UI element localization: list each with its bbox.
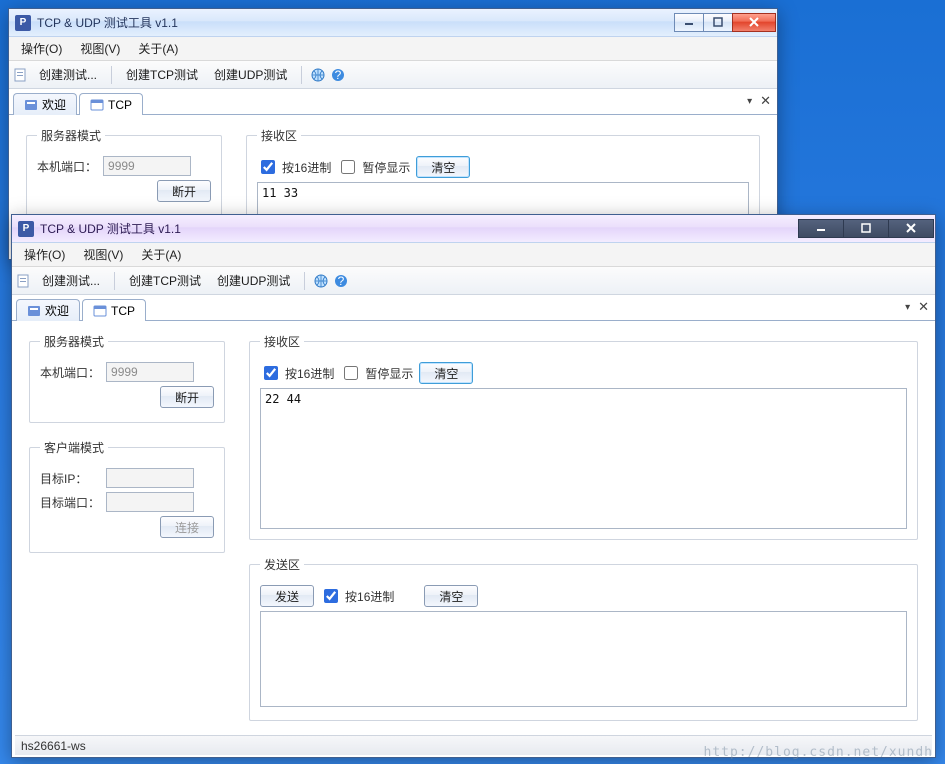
menu-about[interactable]: 关于(A)	[133, 244, 189, 265]
toolbar-create-tcp[interactable]: 创建TCP测试	[120, 64, 204, 85]
server-group: 服务器模式 本机端口： 断开	[26, 127, 222, 217]
window-title: TCP & UDP 测试工具 v1.1	[37, 14, 178, 31]
send-group-title: 发送区	[260, 556, 304, 573]
menu-operate[interactable]: 操作(O)	[16, 244, 73, 265]
toolbar: 创建测试... 创建TCP测试 创建UDP测试 ?	[12, 267, 935, 295]
minimize-button[interactable]	[798, 219, 844, 238]
globe-icon[interactable]	[313, 273, 329, 289]
window-title: TCP & UDP 测试工具 v1.1	[40, 220, 181, 237]
tab-tcp-label: TCP	[108, 98, 132, 112]
tab-tcp[interactable]: TCP	[79, 93, 143, 115]
send-hex-checkbox[interactable]: 按16进制	[320, 586, 394, 606]
help-icon[interactable]: ?	[333, 273, 349, 289]
send-textarea[interactable]	[260, 611, 907, 707]
globe-icon[interactable]	[310, 67, 326, 83]
menu-operate[interactable]: 操作(O)	[13, 38, 70, 59]
toolbar-create-udp[interactable]: 创建UDP测试	[208, 64, 293, 85]
local-port-label: 本机端口：	[40, 364, 100, 381]
recv-textarea[interactable]	[257, 182, 749, 218]
pause-checkbox-input[interactable]	[344, 366, 358, 380]
menu-about[interactable]: 关于(A)	[130, 38, 186, 59]
close-button[interactable]	[732, 13, 776, 32]
toolbar-create-tcp[interactable]: 创建TCP测试	[123, 270, 207, 291]
status-text: hs26661-ws	[21, 739, 86, 753]
clear-send-button[interactable]: 清空	[424, 585, 478, 607]
connect-button[interactable]: 连接	[160, 516, 214, 538]
new-test-icon	[16, 273, 32, 289]
send-group: 发送区 发送 按16进制 清空	[249, 556, 918, 721]
tab-welcome[interactable]: 欢迎	[13, 93, 77, 115]
tabstrip: 欢迎 TCP ▾ ✕	[12, 295, 935, 321]
recv-group-title: 接收区	[257, 127, 301, 144]
send-button[interactable]: 发送	[260, 585, 314, 607]
tab-welcome[interactable]: 欢迎	[16, 299, 80, 321]
toolbar: 创建测试... 创建TCP测试 创建UDP测试 ?	[9, 61, 777, 89]
welcome-tab-icon	[24, 98, 38, 112]
local-port-label: 本机端口：	[37, 158, 97, 175]
local-port-input[interactable]	[103, 156, 191, 176]
server-group-title: 服务器模式	[37, 127, 105, 144]
send-hex-checkbox-input[interactable]	[324, 589, 338, 603]
tcp-tab-icon	[90, 98, 104, 112]
menu-view[interactable]: 视图(V)	[75, 244, 131, 265]
app-icon: P	[18, 221, 34, 237]
local-port-input[interactable]	[106, 362, 194, 382]
hex-checkbox[interactable]: 按16进制	[260, 363, 334, 383]
watermark: http://blog.csdn.net/xundh	[704, 745, 934, 760]
menubar: 操作(O) 视图(V) 关于(A)	[12, 243, 935, 267]
close-button[interactable]	[888, 219, 934, 238]
tab-menu-dropdown-icon[interactable]: ▾	[905, 302, 910, 313]
client-area-2: 服务器模式 本机端口： 断开 客户端模式 目标IP：	[15, 321, 932, 735]
tab-close-button[interactable]: ✕	[760, 93, 771, 109]
welcome-tab-icon	[27, 304, 41, 318]
client-group: 客户端模式 目标IP： 目标端口： 连接	[29, 439, 225, 553]
toolbar-create-test[interactable]: 创建测试...	[36, 270, 106, 291]
app-icon: P	[15, 15, 31, 31]
server-group-title: 服务器模式	[40, 333, 108, 350]
recv-group: 接收区 按16进制 暂停显示 清空	[249, 333, 918, 540]
menu-view[interactable]: 视图(V)	[72, 38, 128, 59]
clear-recv-button[interactable]: 清空	[416, 156, 470, 178]
svg-text:?: ?	[335, 68, 342, 82]
disconnect-button[interactable]: 断开	[160, 386, 214, 408]
hex-checkbox-input[interactable]	[264, 366, 278, 380]
target-port-label: 目标端口：	[40, 494, 100, 511]
clear-recv-button[interactable]: 清空	[419, 362, 473, 384]
maximize-button[interactable]	[843, 219, 889, 238]
toolbar-create-test[interactable]: 创建测试...	[33, 64, 103, 85]
tabstrip: 欢迎 TCP ▾ ✕	[9, 89, 777, 115]
hex-checkbox[interactable]: 按16进制	[257, 157, 331, 177]
svg-text:?: ?	[338, 274, 345, 288]
target-port-input[interactable]	[106, 492, 194, 512]
recv-textarea[interactable]	[260, 388, 907, 529]
client-group-title: 客户端模式	[40, 439, 108, 456]
titlebar-1[interactable]: P TCP & UDP 测试工具 v1.1	[9, 9, 777, 37]
toolbar-create-udp[interactable]: 创建UDP测试	[211, 270, 296, 291]
new-test-icon	[13, 67, 29, 83]
hex-checkbox-input[interactable]	[261, 160, 275, 174]
tab-welcome-label: 欢迎	[42, 96, 66, 113]
tab-menu-dropdown-icon[interactable]: ▾	[747, 96, 752, 107]
pause-checkbox[interactable]: 暂停显示	[340, 363, 413, 383]
menubar: 操作(O) 视图(V) 关于(A)	[9, 37, 777, 61]
pause-checkbox[interactable]: 暂停显示	[337, 157, 410, 177]
maximize-button[interactable]	[703, 13, 733, 32]
server-group: 服务器模式 本机端口： 断开	[29, 333, 225, 423]
minimize-button[interactable]	[674, 13, 704, 32]
tab-tcp-label: TCP	[111, 304, 135, 318]
tab-welcome-label: 欢迎	[45, 302, 69, 319]
tab-tcp[interactable]: TCP	[82, 299, 146, 321]
pause-checkbox-input[interactable]	[341, 160, 355, 174]
window-2[interactable]: P TCP & UDP 测试工具 v1.1 操作(O) 视图(V) 关于(A) …	[11, 214, 936, 758]
titlebar-2[interactable]: P TCP & UDP 测试工具 v1.1	[12, 215, 935, 243]
recv-group-title: 接收区	[260, 333, 304, 350]
target-ip-input[interactable]	[106, 468, 194, 488]
target-ip-label: 目标IP：	[40, 470, 100, 487]
tab-close-button[interactable]: ✕	[918, 299, 929, 315]
disconnect-button[interactable]: 断开	[157, 180, 211, 202]
tcp-tab-icon	[93, 304, 107, 318]
help-icon[interactable]: ?	[330, 67, 346, 83]
